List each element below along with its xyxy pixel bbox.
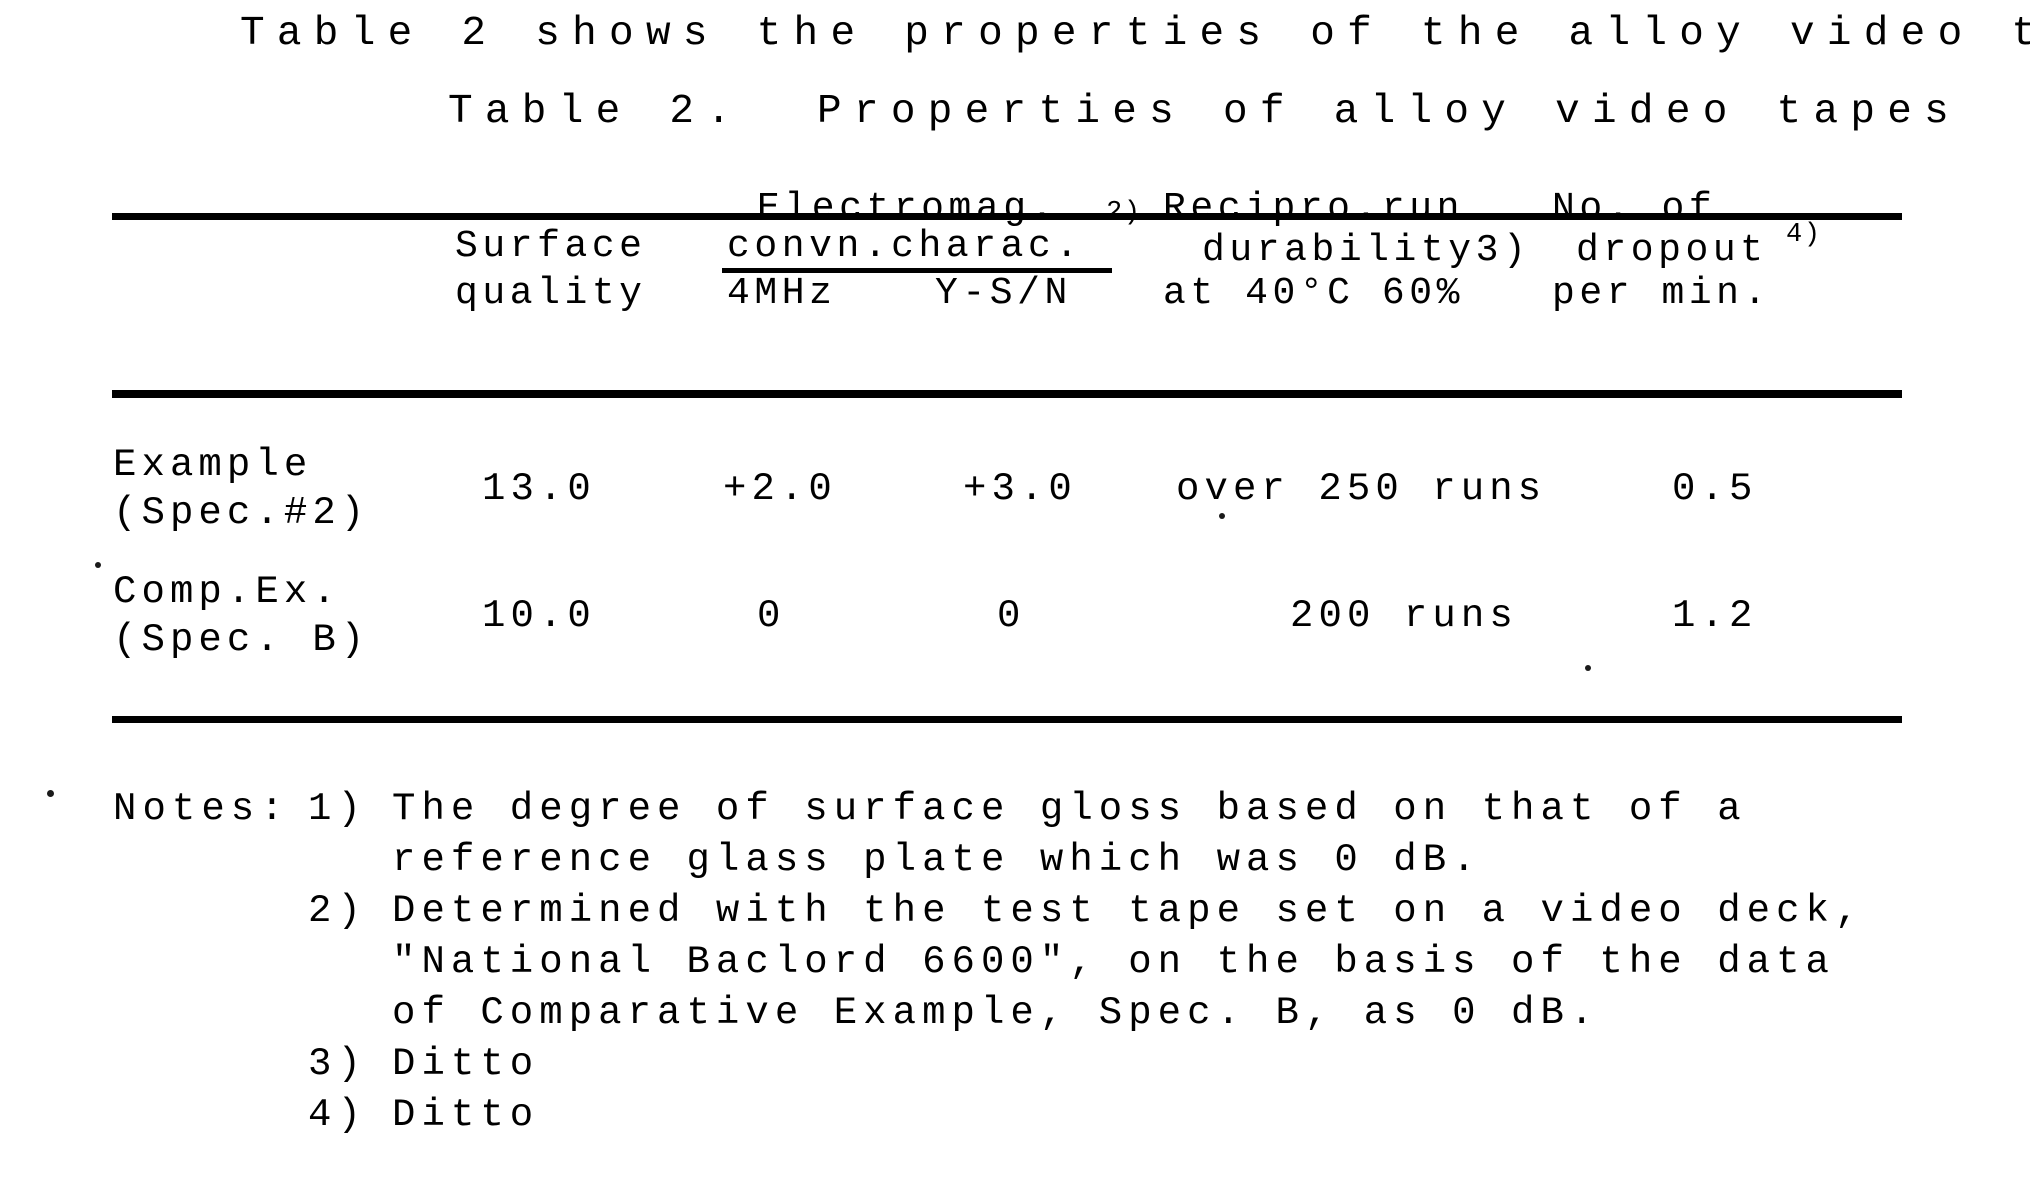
scan-speckle	[95, 562, 101, 568]
header-4mhz: 4MHz	[727, 272, 837, 315]
header-surface-quality-line1: Surface	[455, 225, 647, 268]
header-electromag-line2: convn.charac.	[727, 225, 1083, 268]
row-label-line1: Comp.Ex.	[113, 570, 341, 614]
scan-speckle	[1585, 665, 1591, 671]
cell-durability: 200 runs	[1290, 594, 1518, 638]
intro-sentence: Table 2 shows the properties of the allo…	[240, 11, 2030, 57]
note-marker-3: 3)	[308, 1042, 367, 1086]
note-text-2-line-3: of Comparative Example, Spec. B, as 0 dB…	[392, 991, 1600, 1035]
cell-dropout: 0.5	[1672, 467, 1758, 511]
note-text-3-line-1: Ditto	[392, 1042, 540, 1086]
cell-durability: over 250 runs	[1176, 467, 1547, 511]
header-dropout-line3: per min.	[1552, 272, 1771, 315]
header-durability-line3: at 40°C 60%	[1163, 272, 1465, 315]
note-marker-2: 2)	[308, 889, 367, 933]
row-label-line1: Example	[113, 443, 313, 487]
header-electromag-line1: Electromag.	[757, 187, 1059, 230]
header-dropout-footnote-marker: 4)	[1786, 220, 1822, 250]
header-surface-quality-line2: quality	[455, 272, 647, 315]
header-dropout-line1: No. of	[1552, 187, 1717, 230]
note-text-2-line-2: "National Baclord 6600", on the basis of…	[392, 940, 1835, 984]
cell-y-sn: 0	[997, 594, 1026, 638]
cell-surface-quality: 13.0	[482, 467, 596, 511]
cell-surface-quality: 10.0	[482, 594, 596, 638]
header-y-sn: Y-S/N	[935, 272, 1072, 315]
note-marker-4: 4)	[308, 1093, 367, 1137]
cell-y-sn: +3.0	[963, 467, 1077, 511]
header-dropout-line2: dropout	[1576, 229, 1768, 272]
table-bottom-rule	[112, 716, 1902, 723]
cell-dropout: 1.2	[1672, 594, 1758, 638]
cell-4mhz: 0	[757, 594, 786, 638]
table-caption: Table 2. Properties of alloy video tapes	[448, 89, 1962, 135]
table-header-rule	[112, 390, 1902, 398]
notes-label: Notes:	[113, 787, 290, 831]
header-durability-line1: Recipro.run	[1163, 187, 1465, 230]
note-text-1-line-1: The degree of surface gloss based on tha…	[392, 787, 1747, 831]
scanned-document-page: Table 2 shows the properties of the allo…	[0, 0, 2030, 1191]
note-text-1-line-2: reference glass plate which was 0 dB.	[392, 838, 1482, 882]
cell-4mhz: +2.0	[723, 467, 837, 511]
header-electromag-footnote-marker: 2)	[1106, 198, 1142, 228]
scan-speckle	[1219, 513, 1225, 519]
note-text-2-line-1: Determined with the test tape set on a v…	[392, 889, 1865, 933]
row-label-line2: (Spec. B)	[113, 618, 370, 662]
note-marker-1: 1)	[308, 787, 367, 831]
header-durability-line2: durability3)	[1202, 229, 1531, 272]
row-label-line2: (Spec.#2)	[113, 491, 370, 535]
scan-speckle	[47, 790, 54, 797]
note-text-4-line-1: Ditto	[392, 1093, 540, 1137]
